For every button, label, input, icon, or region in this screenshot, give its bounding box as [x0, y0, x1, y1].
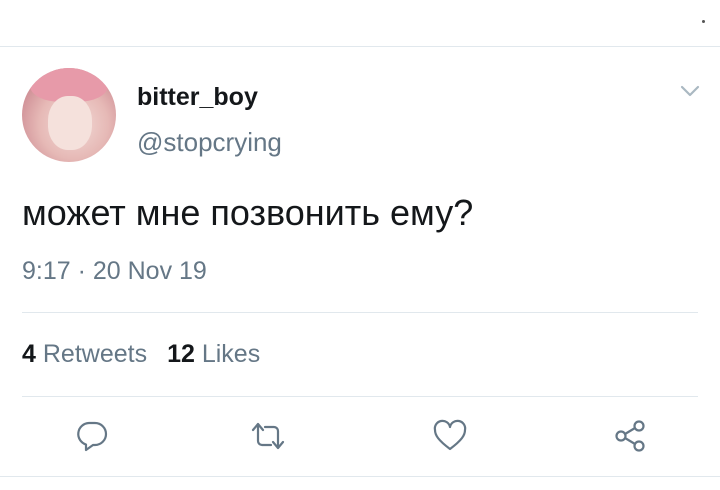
avatar-face: [48, 96, 92, 150]
share-icon: [612, 419, 648, 453]
like-button[interactable]: [432, 418, 468, 454]
tweet-text: может мне позвонить ему?: [22, 192, 474, 233]
stats-top-divider: [22, 312, 698, 313]
tweet-timestamp[interactable]: 9:17 · 20 Nov 19: [22, 257, 207, 286]
stats-bottom-divider: [22, 396, 698, 397]
likes-count: 12: [167, 340, 195, 368]
display-name[interactable]: bitter_boy: [137, 83, 258, 112]
chevron-down-icon[interactable]: [680, 84, 700, 98]
likes-label: Likes: [201, 340, 261, 368]
likes-stat[interactable]: 12 Likes: [167, 340, 260, 368]
tweet-stats: 4 Retweets 12 Likes: [22, 340, 260, 369]
retweets-stat[interactable]: 4 Retweets: [22, 340, 147, 368]
reply-icon: [75, 419, 109, 453]
share-button[interactable]: [612, 418, 648, 454]
retweets-count: 4: [22, 340, 36, 368]
user-handle[interactable]: @stopcrying: [137, 127, 282, 158]
retweet-icon: [249, 419, 287, 453]
retweets-label: Retweets: [42, 340, 148, 368]
reply-button[interactable]: [74, 418, 110, 454]
bottom-divider: [0, 476, 720, 477]
status-dot: [702, 20, 705, 23]
avatar[interactable]: [22, 68, 116, 162]
retweet-button[interactable]: [250, 418, 286, 454]
top-divider: [0, 46, 720, 47]
heart-icon: [432, 419, 468, 453]
